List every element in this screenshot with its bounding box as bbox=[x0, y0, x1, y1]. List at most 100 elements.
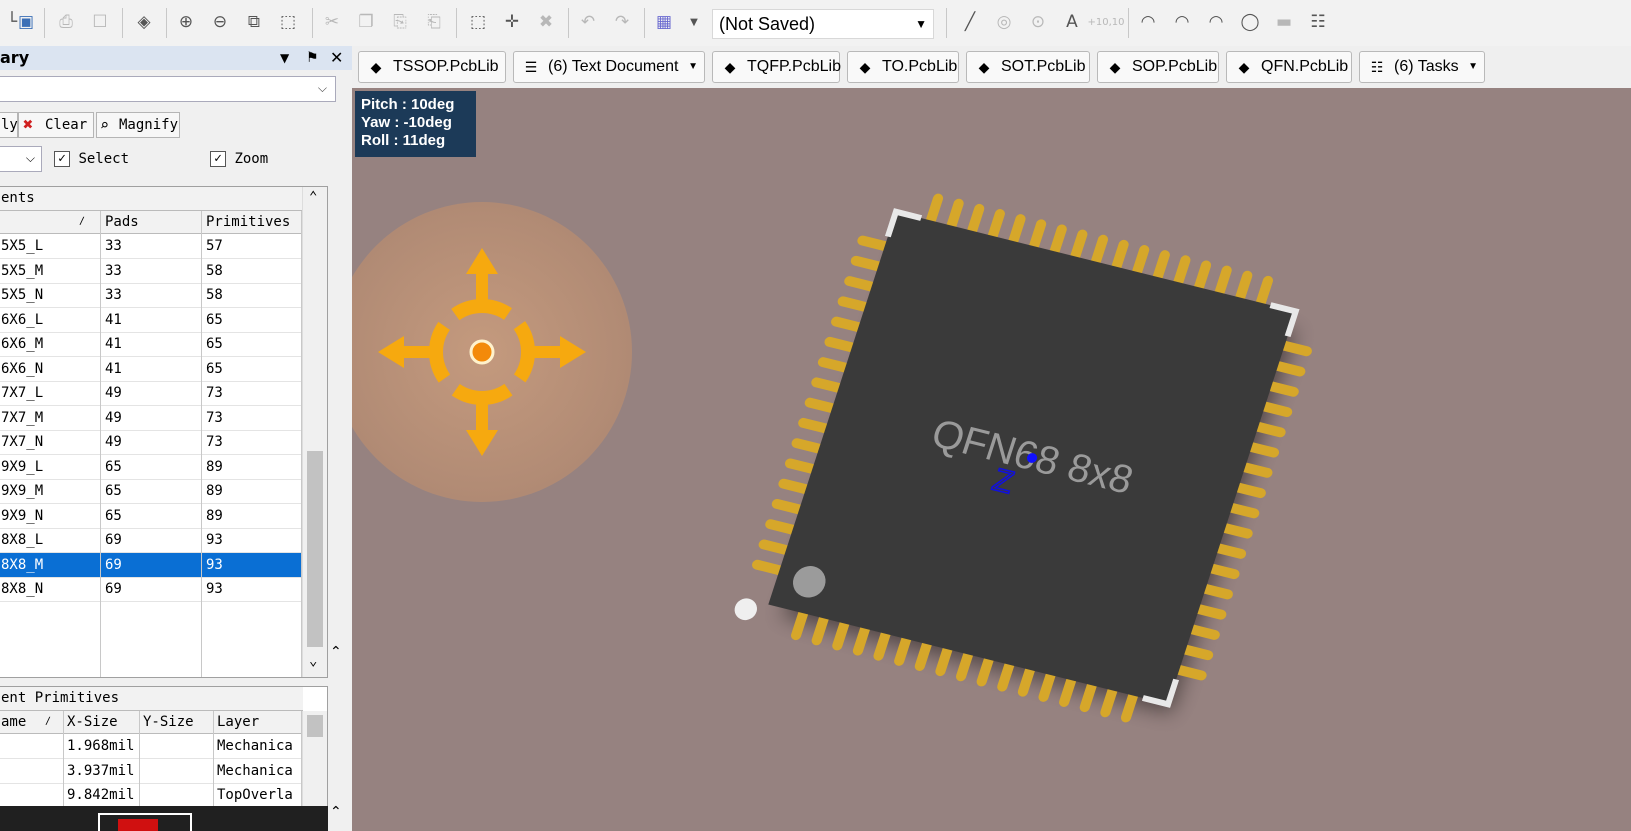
apply-button[interactable]: ly bbox=[0, 112, 18, 138]
array-paste-icon[interactable]: ☷ bbox=[1306, 10, 1330, 34]
table-row[interactable]: 1.968mil Mechanica bbox=[0, 734, 301, 759]
arc-center-icon[interactable]: ◠ bbox=[1136, 10, 1160, 34]
col-layer[interactable]: Layer bbox=[217, 711, 259, 733]
fill-icon[interactable]: ▬ bbox=[1272, 10, 1296, 34]
component-name: 9X9_M bbox=[1, 483, 44, 499]
col-name[interactable]: ame bbox=[1, 711, 26, 733]
col-x-size[interactable]: X-Size bbox=[67, 711, 118, 733]
table-row[interactable]: 6X6_L 41 65 bbox=[0, 308, 301, 333]
component-preview[interactable] bbox=[0, 806, 328, 831]
table-row[interactable]: 8X8_M 69 93 bbox=[0, 552, 301, 578]
tab-tqfp-pcblib[interactable]: ◆ TQFP.PcbLib bbox=[712, 51, 841, 83]
arc-edge-icon[interactable]: ◠ bbox=[1170, 10, 1194, 34]
string-icon[interactable]: A bbox=[1060, 10, 1084, 34]
tab-sop-pcblib[interactable]: ◆ SOP.PcbLib bbox=[1097, 51, 1219, 83]
zoom-out-icon[interactable]: ⊖ bbox=[208, 10, 232, 34]
cut-icon[interactable]: ✂ bbox=[320, 10, 344, 34]
chevron-down-icon[interactable]: ▼ bbox=[1468, 52, 1478, 82]
primitive-count: 65 bbox=[206, 360, 223, 377]
tab-6-tasks[interactable]: ☷ (6) Tasks ▼ bbox=[1359, 51, 1485, 83]
separator bbox=[946, 8, 947, 38]
table-row[interactable]: 9X9_L 65 89 bbox=[0, 455, 301, 480]
mask-input[interactable]: ⌵ bbox=[0, 76, 336, 102]
component-name: 8X8_L bbox=[1, 532, 44, 548]
tab-6-text-document[interactable]: ☰ (6) Text Document ▼ bbox=[513, 51, 705, 83]
table-row[interactable]: 6X6_M 41 65 bbox=[0, 332, 301, 357]
chevron-down-icon[interactable]: ▼ bbox=[688, 52, 698, 82]
pad-icon[interactable]: ◎ bbox=[992, 10, 1016, 34]
components-scrollbar[interactable]: ⌃ ⌄ bbox=[302, 187, 327, 677]
paste-icon[interactable]: ⎘ bbox=[388, 10, 412, 34]
component-name: 7X7_L bbox=[1, 385, 44, 401]
table-row[interactable]: 6X6_N 41 65 bbox=[0, 357, 301, 382]
via-icon[interactable]: ⊙ bbox=[1026, 10, 1050, 34]
line-icon[interactable]: ╱ bbox=[958, 10, 982, 34]
checkmark-icon: ✓ bbox=[54, 151, 70, 167]
table-row[interactable]: 9.842mil TopOverla bbox=[0, 783, 301, 808]
table-row[interactable]: 7X7_M 49 73 bbox=[0, 406, 301, 431]
panel-menu-icon[interactable]: ▼ bbox=[280, 46, 289, 70]
table-row[interactable]: 7X7_L 49 73 bbox=[0, 381, 301, 406]
table-row[interactable]: 9X9_N 65 89 bbox=[0, 504, 301, 529]
view-config-select[interactable]: (Not Saved) ▼ bbox=[712, 9, 934, 39]
zoom-in-icon[interactable]: ⊕ bbox=[174, 10, 198, 34]
scroll-thumb[interactable] bbox=[307, 715, 323, 737]
coordinate-icon[interactable]: +10,10 bbox=[1088, 10, 1125, 34]
tab-to-pcblib[interactable]: ◆ TO.PcbLib bbox=[847, 51, 959, 83]
qfn-component[interactable]: QFN68 8x8 Z bbox=[730, 178, 1332, 738]
print-preview-icon[interactable]: ☐ bbox=[88, 10, 112, 34]
table-row[interactable]: 8X8_N 69 93 bbox=[0, 577, 301, 602]
scroll-up-icon[interactable]: ⌃ bbox=[309, 189, 317, 205]
arc-any-icon[interactable]: ◠ bbox=[1204, 10, 1228, 34]
print-icon[interactable]: ⎙ bbox=[54, 10, 78, 34]
select-checkbox[interactable]: ✓ Select bbox=[54, 151, 129, 167]
zoom-level-select[interactable]: ⌵ bbox=[0, 146, 42, 172]
zoom-checkbox[interactable]: ✓ Zoom bbox=[210, 151, 268, 167]
scroll-down-icon[interactable]: ⌄ bbox=[309, 653, 317, 669]
circle-icon[interactable]: ◯ bbox=[1238, 10, 1262, 34]
select-area-icon[interactable]: ⬚ bbox=[466, 10, 490, 34]
clear-button[interactable]: ✖ Clear bbox=[18, 112, 94, 138]
pcb-3d-view[interactable]: QFN68 8x8 Z Pitch : 10deg Yaw : -10deg R… bbox=[352, 88, 1631, 831]
chevron-down-icon[interactable]: ⌵ bbox=[318, 81, 327, 96]
tab-sot-pcblib[interactable]: ◆ SOT.PcbLib bbox=[966, 51, 1090, 83]
close-icon[interactable]: ✕ bbox=[330, 46, 343, 70]
table-row[interactable]: 5X5_N 33 58 bbox=[0, 283, 301, 308]
table-row[interactable]: 5X5_L 33 57 bbox=[0, 234, 301, 259]
save-icon[interactable]: ▣ bbox=[14, 10, 38, 34]
pad-count: 41 bbox=[105, 311, 122, 328]
table-row[interactable]: 8X8_L 69 93 bbox=[0, 528, 301, 553]
table-row[interactable]: 5X5_M 33 58 bbox=[0, 259, 301, 284]
move-icon[interactable]: ✛ bbox=[500, 10, 524, 34]
zoom-selected-icon[interactable]: ⬚ bbox=[276, 10, 300, 34]
col-pads[interactable]: Pads bbox=[105, 211, 139, 233]
pin-icon[interactable]: ⚑ bbox=[306, 46, 319, 70]
undo-icon[interactable]: ↶ bbox=[576, 10, 600, 34]
navigation-gizmo[interactable] bbox=[352, 202, 632, 502]
3d-layers-icon[interactable]: ◈ bbox=[132, 10, 156, 34]
tab-tssop-pcblib[interactable]: ◆ TSSOP.PcbLib bbox=[358, 51, 506, 83]
redo-icon[interactable]: ↷ bbox=[610, 10, 634, 34]
col-primitives[interactable]: Primitives bbox=[206, 211, 290, 233]
table-row[interactable]: 3.937mil Mechanica bbox=[0, 759, 301, 784]
sort-icon: ∕ bbox=[45, 716, 52, 727]
collapse-up-icon[interactable]: ⌃ bbox=[330, 804, 342, 820]
tab-qfn-pcblib[interactable]: ◆ QFN.PcbLib bbox=[1226, 51, 1352, 83]
component-name: 8X8_M bbox=[1, 556, 44, 573]
copy-icon[interactable]: ❐ bbox=[354, 10, 378, 34]
tasks-icon: ☷ bbox=[1370, 59, 1384, 75]
grid-icon[interactable]: ▦ bbox=[652, 10, 676, 34]
chevron-down-icon[interactable]: ▼ bbox=[682, 10, 706, 34]
table-row[interactable]: 9X9_M 65 89 bbox=[0, 479, 301, 504]
col-y-size[interactable]: Y-Size bbox=[143, 711, 194, 733]
tab-label: (6) Tasks bbox=[1394, 58, 1459, 75]
layer-name: Mechanica bbox=[217, 762, 293, 779]
rubber-stamp-icon[interactable]: ⎗ bbox=[422, 10, 446, 34]
pad-count: 69 bbox=[105, 556, 122, 573]
zoom-fit-icon[interactable]: ⧉ bbox=[242, 10, 266, 34]
collapse-up-icon[interactable]: ⌃ bbox=[330, 644, 342, 660]
table-row[interactable]: 7X7_N 49 73 bbox=[0, 430, 301, 455]
deselect-icon[interactable]: ✖ bbox=[534, 10, 558, 34]
magnify-button[interactable]: ⌕ Magnify bbox=[96, 112, 180, 138]
scroll-thumb[interactable] bbox=[307, 451, 323, 647]
